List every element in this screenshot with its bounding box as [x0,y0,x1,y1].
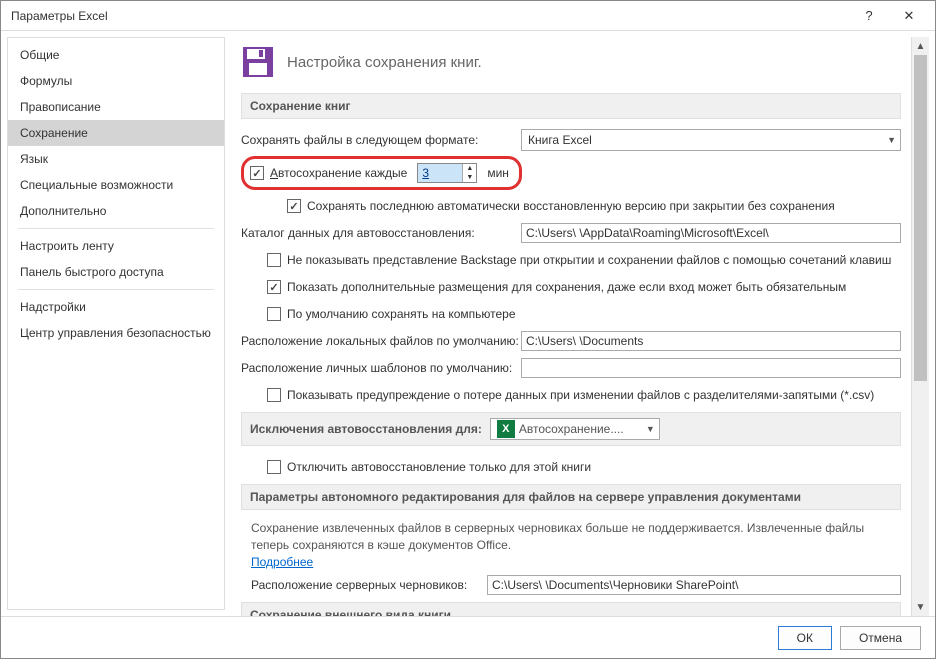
chevron-down-icon: ▼ [646,424,655,434]
row-disable-autorecover: Отключить автовосстановление только для … [267,456,901,478]
autosave-value: 3 [418,164,462,182]
keep-last-label: Сохранять последнюю автоматически восста… [307,199,835,213]
row-templates-path: Расположение личных шаблонов по умолчани… [241,357,901,379]
nav-addins[interactable]: Надстройки [8,294,224,320]
offline-note: Сохранение извлеченных файлов в серверны… [251,520,901,570]
catalog-label: Каталог данных для автовосстановления: [241,226,521,240]
titlebar: Параметры Excel ? ✕ [1,1,935,31]
scroll-up-icon[interactable]: ▲ [912,37,929,55]
row-show-additional: Показать дополнительные размещения для с… [267,276,901,298]
excel-icon: X [497,420,515,438]
format-select[interactable]: Книга Excel ▼ [521,129,901,151]
dialog-footer: ОК Отмена [1,616,935,658]
show-additional-label: Показать дополнительные размещения для с… [287,280,846,294]
nav-save[interactable]: Сохранение [8,120,224,146]
row-no-backstage: Не показывать представление Backstage пр… [267,249,901,271]
section-save-books: Сохранение книг [241,93,901,119]
workbook-select[interactable]: X Автосохранение.... ▼ [490,418,660,440]
spinner-buttons: ▲ ▼ [462,164,476,182]
workbook-value: Автосохранение.... [519,422,624,436]
format-value: Книга Excel [528,133,592,147]
section-autorecover-except: Исключения автовосстановления для: X Авт… [241,412,901,446]
row-autosave: ААвтосохранение каждыевтосохранение кажд… [241,156,901,190]
offline-note-line2: теперь сохраняются в кэше документов Off… [251,538,511,552]
page-header: Настройка сохранения книг. [241,45,901,79]
no-backstage-label: Не показывать представление Backstage пр… [287,253,891,267]
drafts-input[interactable]: C:\Users\ \Documents\Черновики SharePoin… [487,575,901,595]
nav-proofing[interactable]: Правописание [8,94,224,120]
vertical-scrollbar[interactable]: ▲ ▼ [911,37,929,616]
main-panel: Настройка сохранения книг. Сохранение кн… [225,37,929,616]
nav-general[interactable]: Общие [8,42,224,68]
nav-language[interactable]: Язык [8,146,224,172]
format-label: Сохранять файлы в следующем формате: [241,133,521,147]
sidebar: Общие Формулы Правописание Сохранение Яз… [7,37,225,610]
close-button[interactable]: ✕ [889,2,929,30]
local-path-label: Расположение локальных файлов по умолчан… [241,334,521,348]
ok-button[interactable]: ОК [778,626,832,650]
no-backstage-checkbox[interactable] [267,253,281,267]
catalog-input[interactable]: C:\Users\ \AppData\Roaming\Microsoft\Exc… [521,223,901,243]
nav-customize-ribbon[interactable]: Настроить ленту [8,233,224,259]
local-path-input[interactable]: C:\Users\ \Documents [521,331,901,351]
scroll-thumb[interactable] [914,55,927,381]
cancel-button[interactable]: Отмена [840,626,921,650]
disable-autorecover-checkbox[interactable] [267,460,281,474]
nav-formulas[interactable]: Формулы [8,68,224,94]
autosave-checkbox[interactable] [250,166,264,180]
csv-warning-label: Показывать предупреждение о потере данны… [287,388,874,402]
row-drafts-path: Расположение серверных черновиков: C:\Us… [241,574,901,596]
section-offline-edit: Параметры автономного редактирования для… [241,484,901,510]
autosave-highlight: ААвтосохранение каждыевтосохранение кажд… [241,156,522,190]
save-to-pc-label: По умолчанию сохранять на компьютере [287,307,516,321]
disable-autorecover-label: Отключить автовосстановление только для … [287,460,591,474]
dialog-body: Общие Формулы Правописание Сохранение Яз… [1,31,935,616]
templates-path-label: Расположение личных шаблонов по умолчани… [241,361,521,375]
keep-last-checkbox[interactable] [287,199,301,213]
nav-quick-access[interactable]: Панель быстрого доступа [8,259,224,285]
spin-up[interactable]: ▲ [463,164,476,173]
csv-warning-checkbox[interactable] [267,388,281,402]
nav-divider-2 [18,289,214,290]
autosave-unit: мин [487,166,509,180]
offline-note-line1: Сохранение извлеченных файлов в серверны… [251,521,864,535]
scroll-down-icon[interactable]: ▼ [912,598,929,616]
nav-divider-1 [18,228,214,229]
spin-down[interactable]: ▼ [463,173,476,182]
section-appearance: Сохранение внешнего вида книги [241,602,901,616]
autorecover-except-label: Исключения автовосстановления для: [250,422,482,436]
row-csv-warning: Показывать предупреждение о потере данны… [267,384,901,406]
page-title: Настройка сохранения книг. [287,54,482,71]
templates-path-input[interactable] [521,358,901,378]
autosave-label: ААвтосохранение каждыевтосохранение кажд… [270,166,407,180]
row-keep-last: Сохранять последнюю автоматически восста… [287,195,901,217]
nav-advanced[interactable]: Дополнительно [8,198,224,224]
row-file-format: Сохранять файлы в следующем формате: Кни… [241,129,901,151]
chevron-down-icon: ▼ [887,135,896,145]
autosave-minutes-input[interactable]: 3 ▲ ▼ [417,163,477,183]
window-title: Параметры Excel [11,9,849,23]
excel-options-dialog: Параметры Excel ? ✕ Общие Формулы Правоп… [0,0,936,659]
nav-trust-center[interactable]: Центр управления безопасностью [8,320,224,346]
nav-accessibility[interactable]: Специальные возможности [8,172,224,198]
row-save-to-pc: По умолчанию сохранять на компьютере [267,303,901,325]
row-local-path: Расположение локальных файлов по умолчан… [241,330,901,352]
drafts-label: Расположение серверных черновиков: [251,578,487,592]
save-icon [241,45,275,79]
save-to-pc-checkbox[interactable] [267,307,281,321]
row-catalog: Каталог данных для автовосстановления: C… [241,222,901,244]
help-button[interactable]: ? [849,2,889,30]
main-content: Настройка сохранения книг. Сохранение кн… [225,37,911,616]
learn-more-link[interactable]: Подробнее [251,555,313,569]
scroll-track[interactable] [912,55,929,598]
show-additional-checkbox[interactable] [267,280,281,294]
